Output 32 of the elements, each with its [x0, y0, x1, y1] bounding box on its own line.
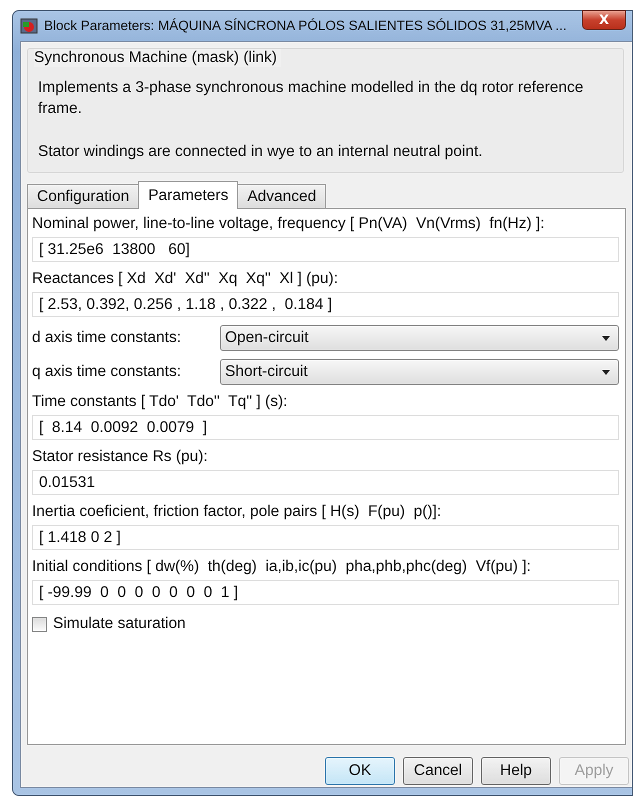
input-field[interactable]: [ 31.25e6 13800 60] — [32, 237, 619, 262]
tab[interactable]: Configuration — [27, 184, 140, 209]
caret-icon — [602, 336, 610, 340]
tab[interactable]: Advanced — [237, 184, 326, 209]
checkbox-label: Simulate saturation — [53, 615, 186, 633]
tab[interactable]: Parameters — [138, 181, 238, 209]
field-label: Nominal power, line-to-line voltage, frequency [ Pn(VA) Vn(Vrms) fn(Hz) ]: — [32, 215, 546, 233]
description-text: Stator windings are connected in wye to an internal neutral point. — [38, 142, 484, 162]
field-label: Inertia coeficient, friction factor, pole pairs [ H(s) F(pu) p()]: — [32, 503, 442, 521]
field-label: Reactances [ Xd Xd' Xd'' Xq Xq'' Xl ] (pu): — [32, 270, 339, 288]
dropdown[interactable]: Short-circuit — [220, 359, 619, 385]
input-field[interactable]: [ 8.14 0.0092 0.0079 ] — [32, 415, 619, 440]
caret-icon — [602, 370, 610, 374]
field-label: q axis time constants: — [32, 363, 182, 381]
field-label: Time constants [ Tdo' Tdo'' Tq'' ] (s): — [32, 393, 288, 411]
dialog-button[interactable]: Help — [481, 757, 551, 785]
dropdown[interactable]: Open-circuit — [220, 325, 619, 351]
input-field[interactable]: 0.01531 — [32, 470, 619, 495]
checkbox[interactable] — [32, 616, 47, 632]
input-field[interactable]: [ -99.99 0 0 0 0 0 0 0 1 ] — [32, 580, 619, 605]
field-label: Stator resistance Rs (pu): — [32, 448, 209, 466]
block-app-icon — [20, 17, 38, 35]
window-title: Block Parameters: MÁQUINA SÍNCRONA PÓLOS SALIENTES SÓLIDOS 31,25MVA ... — [44, 18, 568, 33]
dialog-button[interactable]: OK — [325, 757, 395, 785]
input-field[interactable]: [ 1.418 0 2 ] — [32, 525, 619, 550]
field-label: Initial conditions [ dw(%) th(deg) ia,ib,ic(pu) pha,phb,phc(deg) Vf(pu) ]: — [32, 558, 532, 576]
input-field[interactable]: [ 2.53, 0.392, 0.256 , 1.18 , 0.322 , 0.184 ] — [32, 292, 619, 317]
description-text: Implements a 3-phase synchronous machine modelled in the dq rotor reference frame. — [38, 78, 584, 119]
group-title: Synchronous Machine (mask) (link) — [34, 49, 281, 67]
field-label: d axis time constants: — [32, 329, 182, 347]
close-button[interactable]: X — [582, 10, 626, 30]
dialog-button[interactable]: Cancel — [403, 757, 473, 785]
